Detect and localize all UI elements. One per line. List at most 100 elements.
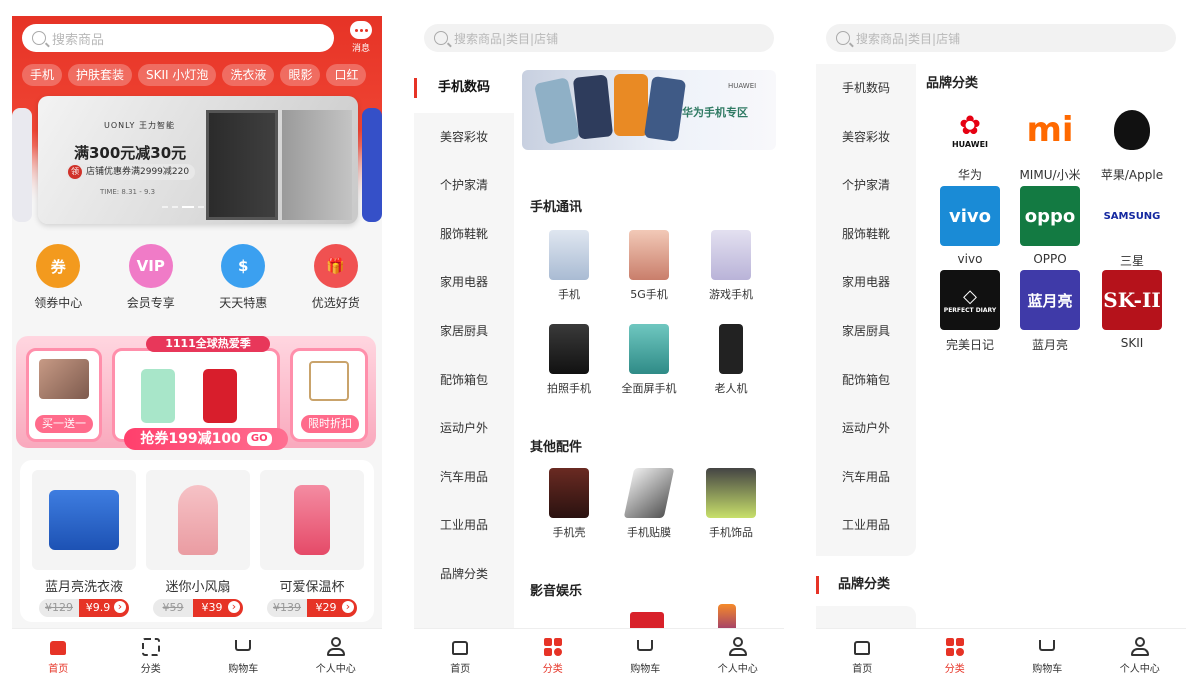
brand-name: 三星 <box>1119 254 1144 268</box>
user-icon <box>727 637 749 657</box>
sidebar-item[interactable]: 家用电器 <box>414 258 514 307</box>
user-icon <box>1129 637 1151 657</box>
chip-keyword[interactable]: 手机 <box>22 64 63 86</box>
brand-item[interactable]: SAMSUNG 三星 <box>1092 186 1172 269</box>
brand-item[interactable]: ◇ PERFECT DIARY 完美日记 <box>930 270 1010 353</box>
tab-profile[interactable]: 个人中心 <box>290 629 383 678</box>
promo-coupon-button[interactable]: 抢券199减100 GO <box>124 428 288 450</box>
apple-logo-icon <box>1102 100 1162 160</box>
sidebar-item[interactable]: 家居厨具 <box>414 307 514 356</box>
category-search-input[interactable]: 搜索商品|类目|店铺 <box>424 24 774 52</box>
sidebar-item[interactable]: 运动户外 <box>816 404 916 453</box>
sidebar-item[interactable]: 工业用品 <box>414 501 514 550</box>
sidebar-item[interactable]: 服饰鞋靴 <box>816 210 916 259</box>
subcategory-item[interactable]: 手机 <box>528 230 610 302</box>
promo-left-tag: 买一送一 <box>35 415 93 433</box>
door-image <box>282 110 352 220</box>
subcategory-item[interactable]: 手机壳 <box>528 468 610 540</box>
sidebar-item[interactable]: 品牌分类 <box>414 550 514 599</box>
hot-keyword-chips: 手机 护肤套装 SKII 小灯泡 洗衣液 眼影 口红 <box>22 64 378 88</box>
double-11-promo[interactable]: 买一送一 限时折扣 1111全球热爱季 抢券199减100 GO <box>16 336 376 450</box>
brand-name: SKII <box>1120 336 1144 350</box>
tab-home[interactable]: 首页 <box>414 629 507 678</box>
subcategory-label: 拍照手机 <box>547 382 591 395</box>
phone-image <box>614 74 648 136</box>
sidebar-item[interactable]: 配饰箱包 <box>414 356 514 405</box>
subcategory-item[interactable]: 全面屏手机 <box>608 324 690 396</box>
chip-keyword[interactable]: SKII 小灯泡 <box>138 64 217 86</box>
tab-home[interactable]: 首页 <box>12 629 105 678</box>
tab-category[interactable]: 分类 <box>909 629 1002 678</box>
sidebar-item[interactable]: 工业用品 <box>816 501 916 550</box>
perfect-diary-logo-icon: ◇ PERFECT DIARY <box>940 270 1000 330</box>
goods-card[interactable]: 蓝月亮洗衣液 ¥129 ¥9.9 <box>32 470 136 617</box>
quick-entry-label: 天天特惠 <box>219 296 268 310</box>
brand-item[interactable]: 蓝月亮 蓝月亮 <box>1010 270 1090 353</box>
brand-item[interactable]: vivo vivo <box>930 186 1010 266</box>
brand-item[interactable]: ✿ HUAWEI 华为 <box>930 100 1010 183</box>
vivo-logo-icon: vivo <box>940 186 1000 246</box>
bottom-tab-bar: 首页 分类 购物车 个人中心 <box>414 628 784 678</box>
brand-search-input[interactable]: 搜索商品|类目|店铺 <box>826 24 1176 52</box>
quick-entry-vip[interactable]: VIP 会员专享 <box>111 240 191 320</box>
bottom-tab-bar: 首页 分类 购物车 个人中心 <box>12 628 382 678</box>
sidebar-item[interactable]: 手机数码 <box>816 64 916 113</box>
sidebar-item[interactable]: 美容彩妆 <box>816 113 916 162</box>
brand-item[interactable]: mi MIMU/小米 <box>1010 100 1090 183</box>
subcategory-item[interactable]: 5G手机 <box>608 230 690 302</box>
sidebar-item[interactable]: 运动户外 <box>414 404 514 453</box>
category-content: HUAWEI 华为手机专区 手机通讯 手机 5G手机 游戏手机 拍照手机 全面屏… <box>514 64 784 628</box>
sidebar-item[interactable]: 家用电器 <box>816 258 916 307</box>
chip-keyword[interactable]: 护肤套装 <box>68 64 133 86</box>
home-search-input[interactable]: 搜索商品 <box>22 24 334 52</box>
chip-keyword[interactable]: 口红 <box>326 64 367 86</box>
promo-banner[interactable]: UONLY 王力智能 满300元减30元 店铺优惠券满2999减220 TIME… <box>38 96 358 224</box>
message-button[interactable]: 消息 <box>346 21 376 57</box>
sidebar-item[interactable]: 汽车用品 <box>816 453 916 502</box>
promo-headline: 1111全球热爱季 <box>146 336 270 352</box>
goods-card[interactable]: 迷你小风扇 ¥59 ¥39 <box>146 470 250 617</box>
sidebar-item[interactable]: 汽车用品 <box>414 453 514 502</box>
tab-cart[interactable]: 购物车 <box>1001 629 1094 678</box>
subcategory-item[interactable]: 老人机 <box>690 324 772 396</box>
subcategory-item[interactable]: 手机饰品 <box>690 468 772 540</box>
tab-home[interactable]: 首页 <box>816 629 909 678</box>
chip-keyword[interactable]: 眼影 <box>280 64 321 86</box>
section-title: 品牌分类 <box>926 76 979 91</box>
sidebar-item[interactable]: 美容彩妆 <box>414 113 514 162</box>
brand-item[interactable]: SK-II SKII <box>1092 270 1172 350</box>
sidebar-item[interactable]: 个护家清 <box>816 161 916 210</box>
chip-keyword[interactable]: 洗衣液 <box>222 64 275 86</box>
goods-card[interactable]: 可爱保温杯 ¥139 ¥29 <box>260 470 364 617</box>
sidebar-item-phones[interactable]: 手机数码 <box>414 64 514 113</box>
quick-entry-selected[interactable]: 🎁 优选好货 <box>296 240 376 320</box>
tab-profile[interactable]: 个人中心 <box>692 629 785 678</box>
sidebar-item[interactable]: 配饰箱包 <box>816 356 916 405</box>
subcategory-item[interactable]: 拍照手机 <box>528 324 610 396</box>
tab-category[interactable]: 分类 <box>507 629 600 678</box>
tab-category[interactable]: 分类 <box>105 629 198 678</box>
banner-prev-peek[interactable] <box>12 108 32 222</box>
category-sidebar: 手机数码 美容彩妆 个护家清 服饰鞋靴 家用电器 家居厨具 配饰箱包 运动户外 … <box>414 64 514 599</box>
promo-card-right[interactable]: 限时折扣 <box>290 348 368 442</box>
tab-cart[interactable]: 购物车 <box>197 629 290 678</box>
subcategory-item[interactable]: 游戏手机 <box>690 230 772 302</box>
banner-next-peek[interactable] <box>362 108 382 222</box>
tab-label: 个人中心 <box>717 664 758 675</box>
search-placeholder: 搜索商品 <box>52 32 105 48</box>
huawei-banner[interactable]: HUAWEI 华为手机专区 <box>522 70 776 150</box>
subcategory-item[interactable]: 手机贴膜 <box>608 468 690 540</box>
brand-item[interactable]: 苹果/Apple <box>1092 100 1172 183</box>
quick-entry-coupon[interactable]: 券 领券中心 <box>18 240 98 320</box>
sidebar-item[interactable]: 家居厨具 <box>816 307 916 356</box>
sidebar-item[interactable]: 服饰鞋靴 <box>414 210 514 259</box>
banner-time: TIME: 8.31 - 9.3 <box>100 188 156 196</box>
tab-profile[interactable]: 个人中心 <box>1094 629 1187 678</box>
brand-item[interactable]: oppo OPPO <box>1010 186 1090 266</box>
quick-entry-deals[interactable]: $ 天天特惠 <box>203 240 283 320</box>
promo-card-left[interactable]: 买一送一 <box>26 348 102 442</box>
tab-cart[interactable]: 购物车 <box>599 629 692 678</box>
category-grid-icon <box>542 637 564 657</box>
sidebar-item-brands[interactable]: 品牌分类 <box>816 572 916 598</box>
sidebar-item[interactable]: 个护家清 <box>414 161 514 210</box>
